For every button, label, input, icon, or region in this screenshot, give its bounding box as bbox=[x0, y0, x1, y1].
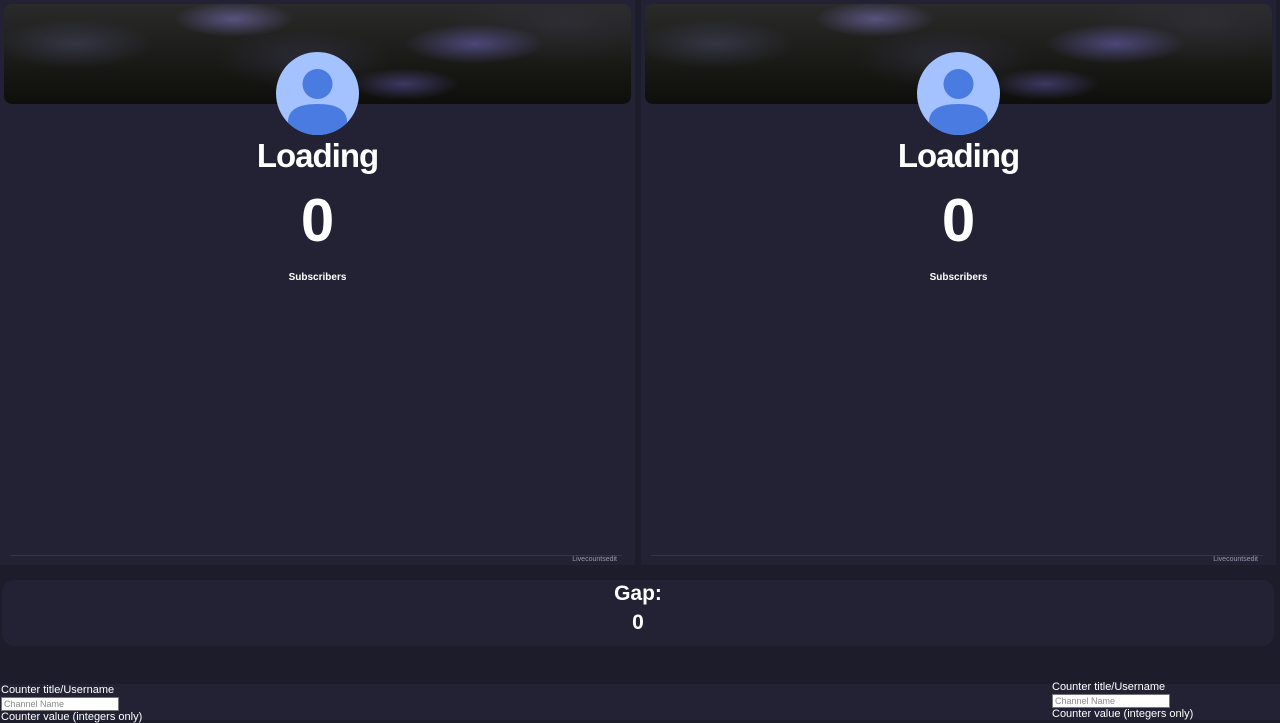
counter-unit-label: Subscribers bbox=[929, 272, 988, 283]
watermark-link[interactable]: Livecountsedit bbox=[572, 556, 617, 563]
counter-1-title-label: Counter title/Username bbox=[1, 684, 115, 696]
counter-2-value-label: Counter value (integers only) bbox=[1052, 708, 1194, 720]
gap-value: 0 bbox=[632, 611, 644, 634]
counter-2-title-label: Counter title/Username bbox=[1052, 681, 1166, 693]
counter-1-value-label: Counter value (integers only) bbox=[1, 711, 143, 723]
counter-1-title-input[interactable] bbox=[1, 697, 119, 711]
counter-card-2: Loading 0 Subscribers Livecountsedit bbox=[641, 0, 1276, 565]
default-user-icon bbox=[917, 52, 1000, 135]
footer-divider bbox=[651, 555, 1263, 556]
counter-2-title-input[interactable] bbox=[1052, 694, 1170, 708]
counters-area: Loading 0 Subscribers Livecountsedit Loa… bbox=[0, 0, 1280, 565]
default-user-icon bbox=[276, 52, 359, 135]
counter-card-1: Loading 0 Subscribers Livecountsedit bbox=[0, 0, 635, 565]
counter-value: 0 bbox=[941, 187, 976, 254]
counter-unit-label: Subscribers bbox=[288, 272, 347, 283]
settings-panel: Counter title/Username Counter value (in… bbox=[0, 681, 1280, 723]
footer-divider bbox=[10, 555, 622, 556]
watermark-link[interactable]: Livecountsedit bbox=[1213, 556, 1258, 563]
counter-title: Loading bbox=[897, 137, 1020, 174]
gap-label: Gap: bbox=[614, 582, 662, 605]
counter-value: 0 bbox=[300, 187, 335, 254]
counter-title: Loading bbox=[256, 137, 379, 174]
